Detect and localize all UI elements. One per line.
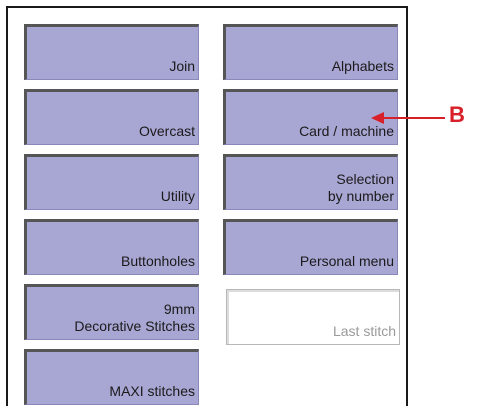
decorative-stitches-button-label: 9mm Decorative Stitches <box>74 301 195 334</box>
callout-label: B <box>449 102 465 127</box>
stitch-menu-panel: Join Overcast Utility Buttonholes 9mm De… <box>6 6 408 406</box>
last-stitch-button-label: Last stitch <box>332 323 396 339</box>
utility-button[interactable]: Utility <box>24 154 199 210</box>
selection-by-number-button-label: Selection by number <box>327 171 394 204</box>
card-machine-button-label: Card / machine <box>299 123 394 139</box>
join-button-label: Join <box>169 58 195 74</box>
last-stitch-button[interactable]: Last stitch <box>226 289 400 345</box>
alphabets-button[interactable]: Alphabets <box>223 24 398 80</box>
overcast-button[interactable]: Overcast <box>24 89 199 145</box>
decorative-stitches-button[interactable]: 9mm Decorative Stitches <box>24 284 199 340</box>
callout-arrow-icon <box>371 112 445 124</box>
personal-menu-button-label: Personal menu <box>299 253 394 269</box>
maxi-stitches-button-label: MAXI stitches <box>109 383 195 399</box>
selection-by-number-button[interactable]: Selection by number <box>223 154 398 210</box>
join-button[interactable]: Join <box>24 24 199 80</box>
utility-button-label: Utility <box>160 188 195 204</box>
overcast-button-label: Overcast <box>138 123 195 139</box>
alphabets-button-label: Alphabets <box>331 58 394 74</box>
buttonholes-button[interactable]: Buttonholes <box>24 219 199 275</box>
maxi-stitches-button[interactable]: MAXI stitches <box>24 349 199 405</box>
personal-menu-button[interactable]: Personal menu <box>223 219 398 275</box>
buttonholes-button-label: Buttonholes <box>121 253 195 269</box>
